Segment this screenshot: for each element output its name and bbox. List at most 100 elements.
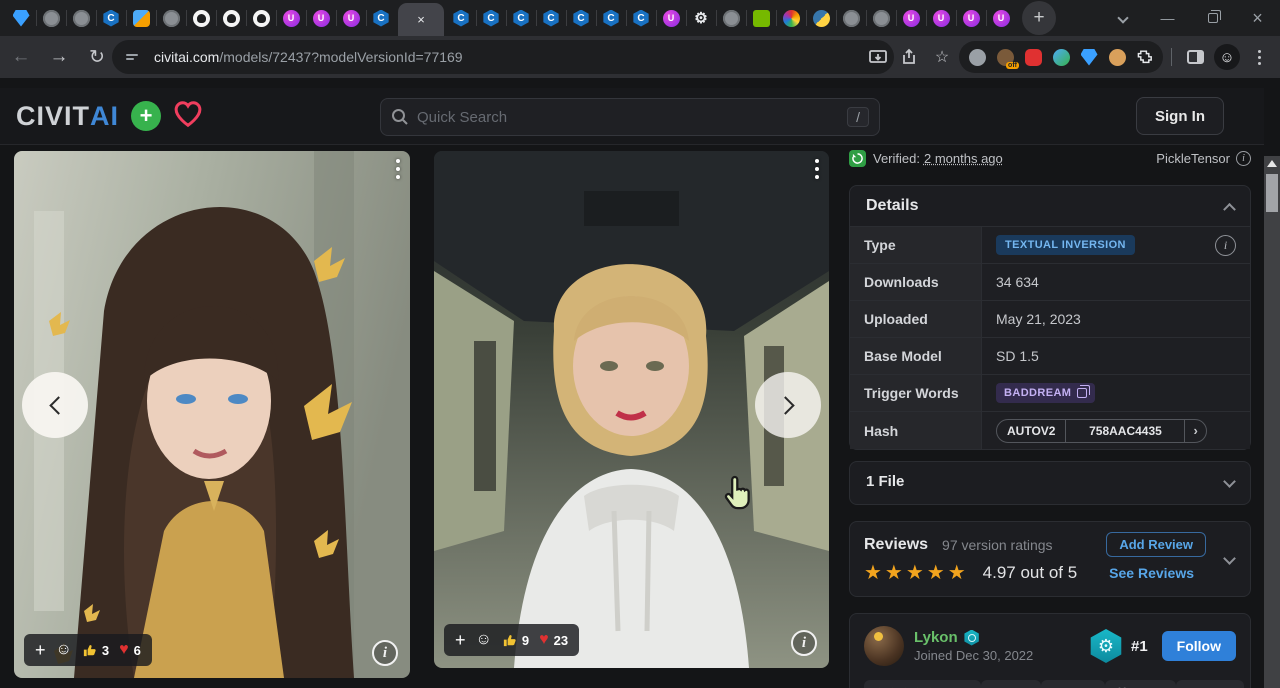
files-panel[interactable]: 1 File — [849, 461, 1251, 505]
create-plus-icon[interactable]: + — [131, 101, 161, 131]
install-icon[interactable] — [863, 42, 893, 72]
page-scrollbar[interactable] — [1264, 156, 1280, 688]
new-tab-button[interactable]: + — [1022, 1, 1056, 35]
pinned-tab-civitai[interactable]: C — [536, 1, 566, 35]
heart-reaction[interactable]: ♥ 23 — [539, 632, 568, 648]
copy-icon[interactable] — [1077, 388, 1087, 398]
image-info-icon[interactable]: i — [791, 630, 817, 656]
extension-gem-icon[interactable] — [1075, 43, 1103, 71]
pinned-tab-github[interactable] — [186, 1, 216, 35]
extension-off-icon[interactable]: off — [991, 43, 1019, 71]
verified-time-link[interactable]: 2 months ago — [924, 151, 1003, 166]
civitai-logo[interactable]: CIVITAI — [16, 101, 119, 132]
hash-expand-icon[interactable]: › — [1185, 420, 1205, 442]
reload-icon[interactable]: ↻ — [80, 40, 114, 74]
extension-red-icon[interactable] — [1019, 43, 1047, 71]
follow-button[interactable]: Follow — [1162, 631, 1236, 661]
add-reaction-icon[interactable]: + — [455, 631, 466, 649]
tab-close-icon[interactable]: × — [417, 12, 425, 27]
pinned-tab-ultra[interactable] — [986, 1, 1016, 35]
site-info-icon[interactable] — [126, 48, 144, 66]
hash-value[interactable]: 758AAC4435 — [1065, 420, 1185, 442]
pinned-tab-ultra[interactable] — [276, 1, 306, 35]
restore-button[interactable] — [1190, 0, 1235, 36]
pinned-tab-ultra[interactable] — [306, 1, 336, 35]
pinned-tab-globe[interactable] — [866, 1, 896, 35]
add-review-button[interactable]: Add Review — [1106, 532, 1206, 557]
side-panel-icon[interactable] — [1180, 42, 1210, 72]
store-favicon-icon — [133, 10, 150, 27]
pinned-tab-civitai[interactable]: C — [366, 1, 396, 35]
carousel-prev-button[interactable] — [22, 372, 88, 438]
pinned-tab-ultra[interactable] — [896, 1, 926, 35]
pinned-tab-ultra[interactable] — [926, 1, 956, 35]
hash-pill[interactable]: AUTOV2 758AAC4435 › — [996, 419, 1207, 443]
pinned-tab-ultra[interactable] — [336, 1, 366, 35]
pinned-tab-store[interactable] — [126, 1, 156, 35]
forward-icon[interactable]: → — [42, 40, 76, 74]
search-placeholder: Quick Search — [417, 109, 847, 126]
pinned-tab-python[interactable] — [806, 1, 836, 35]
share-icon[interactable] — [895, 42, 925, 72]
pinned-tab-github[interactable] — [216, 1, 246, 35]
profile-avatar[interactable] — [1212, 42, 1242, 72]
image-menu-icon[interactable] — [815, 159, 819, 179]
pinned-tab-gem[interactable] — [6, 1, 36, 35]
thumbs-up-reaction[interactable]: 9 — [502, 633, 529, 648]
pinned-tab-globe[interactable] — [66, 1, 96, 35]
url-bar[interactable]: civitai.com/models/72437?modelVersionId=… — [112, 40, 894, 74]
search-input[interactable]: Quick Search / — [380, 98, 880, 136]
scrollbar-up-arrow[interactable] — [1267, 160, 1277, 167]
heart-reaction[interactable]: ♥ 6 — [119, 642, 141, 658]
pinned-tab-civitai[interactable]: C — [446, 1, 476, 35]
details-header[interactable]: Details — [850, 186, 1250, 226]
pinned-tab-civitai[interactable]: C — [626, 1, 656, 35]
browser-menu-icon[interactable] — [1244, 42, 1274, 72]
scrollbar-thumb[interactable] — [1266, 174, 1278, 212]
add-reaction-icon[interactable]: + — [35, 641, 46, 659]
pinned-tab-ultra[interactable] — [656, 1, 686, 35]
type-badge[interactable]: TEXTUAL INVERSION — [996, 235, 1135, 255]
image-info-icon[interactable]: i — [372, 640, 398, 666]
pinned-tab-globe[interactable] — [716, 1, 746, 35]
carousel-next-button[interactable] — [755, 372, 821, 438]
civitai-favicon-icon: C — [603, 10, 620, 27]
thumbs-up-reaction[interactable]: 3 — [82, 643, 109, 658]
bookmark-star-icon[interactable]: ☆ — [927, 42, 957, 72]
extension-globe-icon[interactable] — [963, 43, 991, 71]
pinned-tab-globe[interactable] — [156, 1, 186, 35]
close-button[interactable]: × — [1235, 0, 1280, 36]
format-info-icon[interactable]: i — [1236, 151, 1251, 166]
extension-cookie-icon[interactable] — [1103, 43, 1131, 71]
creator-name[interactable]: Lykon — [914, 629, 958, 646]
type-info-icon[interactable]: i — [1215, 235, 1236, 256]
pinned-tab-civitai[interactable]: C — [566, 1, 596, 35]
pinned-tab-github[interactable] — [246, 1, 276, 35]
pinned-tab-globe[interactable] — [836, 1, 866, 35]
pinned-tab-nvidia[interactable] — [746, 1, 776, 35]
pinned-tab-gear[interactable] — [686, 1, 716, 35]
emoji-icon[interactable]: ☺ — [476, 632, 492, 648]
pinned-tab-civitai[interactable]: C — [476, 1, 506, 35]
minimize-button[interactable]: — — [1145, 0, 1190, 36]
ultra-favicon-icon — [993, 10, 1010, 27]
url-text[interactable]: civitai.com/models/72437?modelVersionId=… — [154, 49, 463, 65]
pinned-tab-ultra[interactable] — [956, 1, 986, 35]
pinned-tab-wheel[interactable] — [776, 1, 806, 35]
extension-earth-icon[interactable] — [1047, 43, 1075, 71]
emoji-icon[interactable]: ☺ — [56, 642, 72, 658]
trigger-word-badge[interactable]: BADDREAM — [996, 383, 1095, 403]
support-heart-icon[interactable] — [173, 100, 203, 133]
back-icon[interactable]: ← — [4, 40, 38, 74]
see-reviews-link[interactable]: See Reviews — [1109, 565, 1194, 581]
pinned-tab-globe[interactable] — [36, 1, 66, 35]
active-tab[interactable]: × — [398, 3, 444, 36]
image-menu-icon[interactable] — [396, 159, 400, 179]
pinned-tab-civitai[interactable]: C — [596, 1, 626, 35]
creator-avatar[interactable] — [864, 626, 904, 666]
pinned-tab-civitai[interactable]: C — [506, 1, 536, 35]
pinned-tab-civitai[interactable]: C — [96, 1, 126, 35]
window-menu-chevron-icon[interactable] — [1100, 0, 1145, 36]
extensions-puzzle-icon[interactable] — [1131, 43, 1159, 71]
center-reactions-bar: + ☺ 9 ♥ 23 — [444, 624, 579, 656]
